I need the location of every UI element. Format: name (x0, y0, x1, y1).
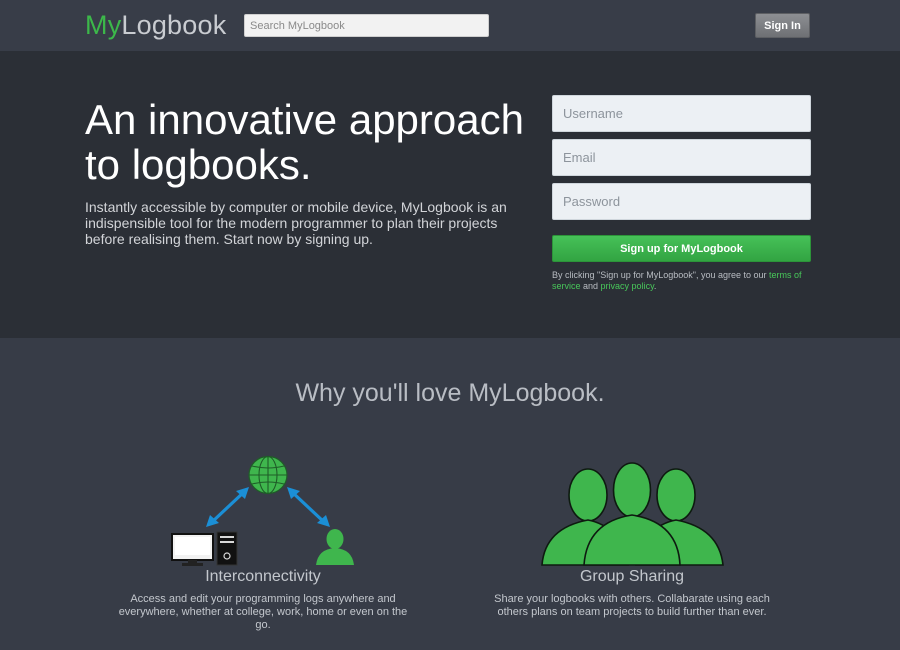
hero-section: An innovative approach to logbooks. Inst… (0, 51, 900, 338)
site-logo[interactable]: MyLogbook (85, 10, 226, 40)
feature-description-interconnectivity: Access and edit your programming logs an… (118, 593, 408, 631)
top-navbar: MyLogbook Sign In (0, 0, 900, 51)
features-heading: Why you'll love MyLogbook. (295, 379, 605, 407)
logo-logbook: Logbook (121, 10, 227, 40)
double-arrow-icon (206, 487, 330, 527)
computer-tower-icon (216, 531, 238, 566)
legal-prefix: By clicking "Sign up for MyLogbook", you… (552, 270, 770, 280)
search-input[interactable] (244, 14, 489, 37)
email-field[interactable] (552, 139, 811, 176)
monitor-icon (171, 533, 214, 566)
person-icon (316, 529, 354, 565)
group-people-icon (541, 462, 724, 566)
sign-up-button[interactable]: Sign up for MyLogbook (552, 235, 811, 262)
feature-title-group-sharing: Group Sharing (579, 568, 685, 585)
legal-notice: By clicking "Sign up for MyLogbook", you… (552, 270, 814, 292)
legal-suffix: . (653, 281, 657, 291)
feature-title-interconnectivity: Interconnectivity (205, 568, 321, 585)
logo-my: My (85, 10, 122, 40)
username-field[interactable] (552, 95, 811, 132)
hero-description: Instantly accessible by computer or mobi… (85, 199, 507, 247)
password-field[interactable] (552, 183, 811, 220)
hero-title: An innovative approach to logbooks. (85, 96, 524, 188)
legal-and: and (580, 281, 601, 291)
sign-in-button[interactable]: Sign In (755, 13, 810, 38)
privacy-link[interactable]: privacy policy (601, 281, 654, 291)
feature-description-group-sharing: Share your logbooks with others. Collaba… (494, 593, 770, 618)
